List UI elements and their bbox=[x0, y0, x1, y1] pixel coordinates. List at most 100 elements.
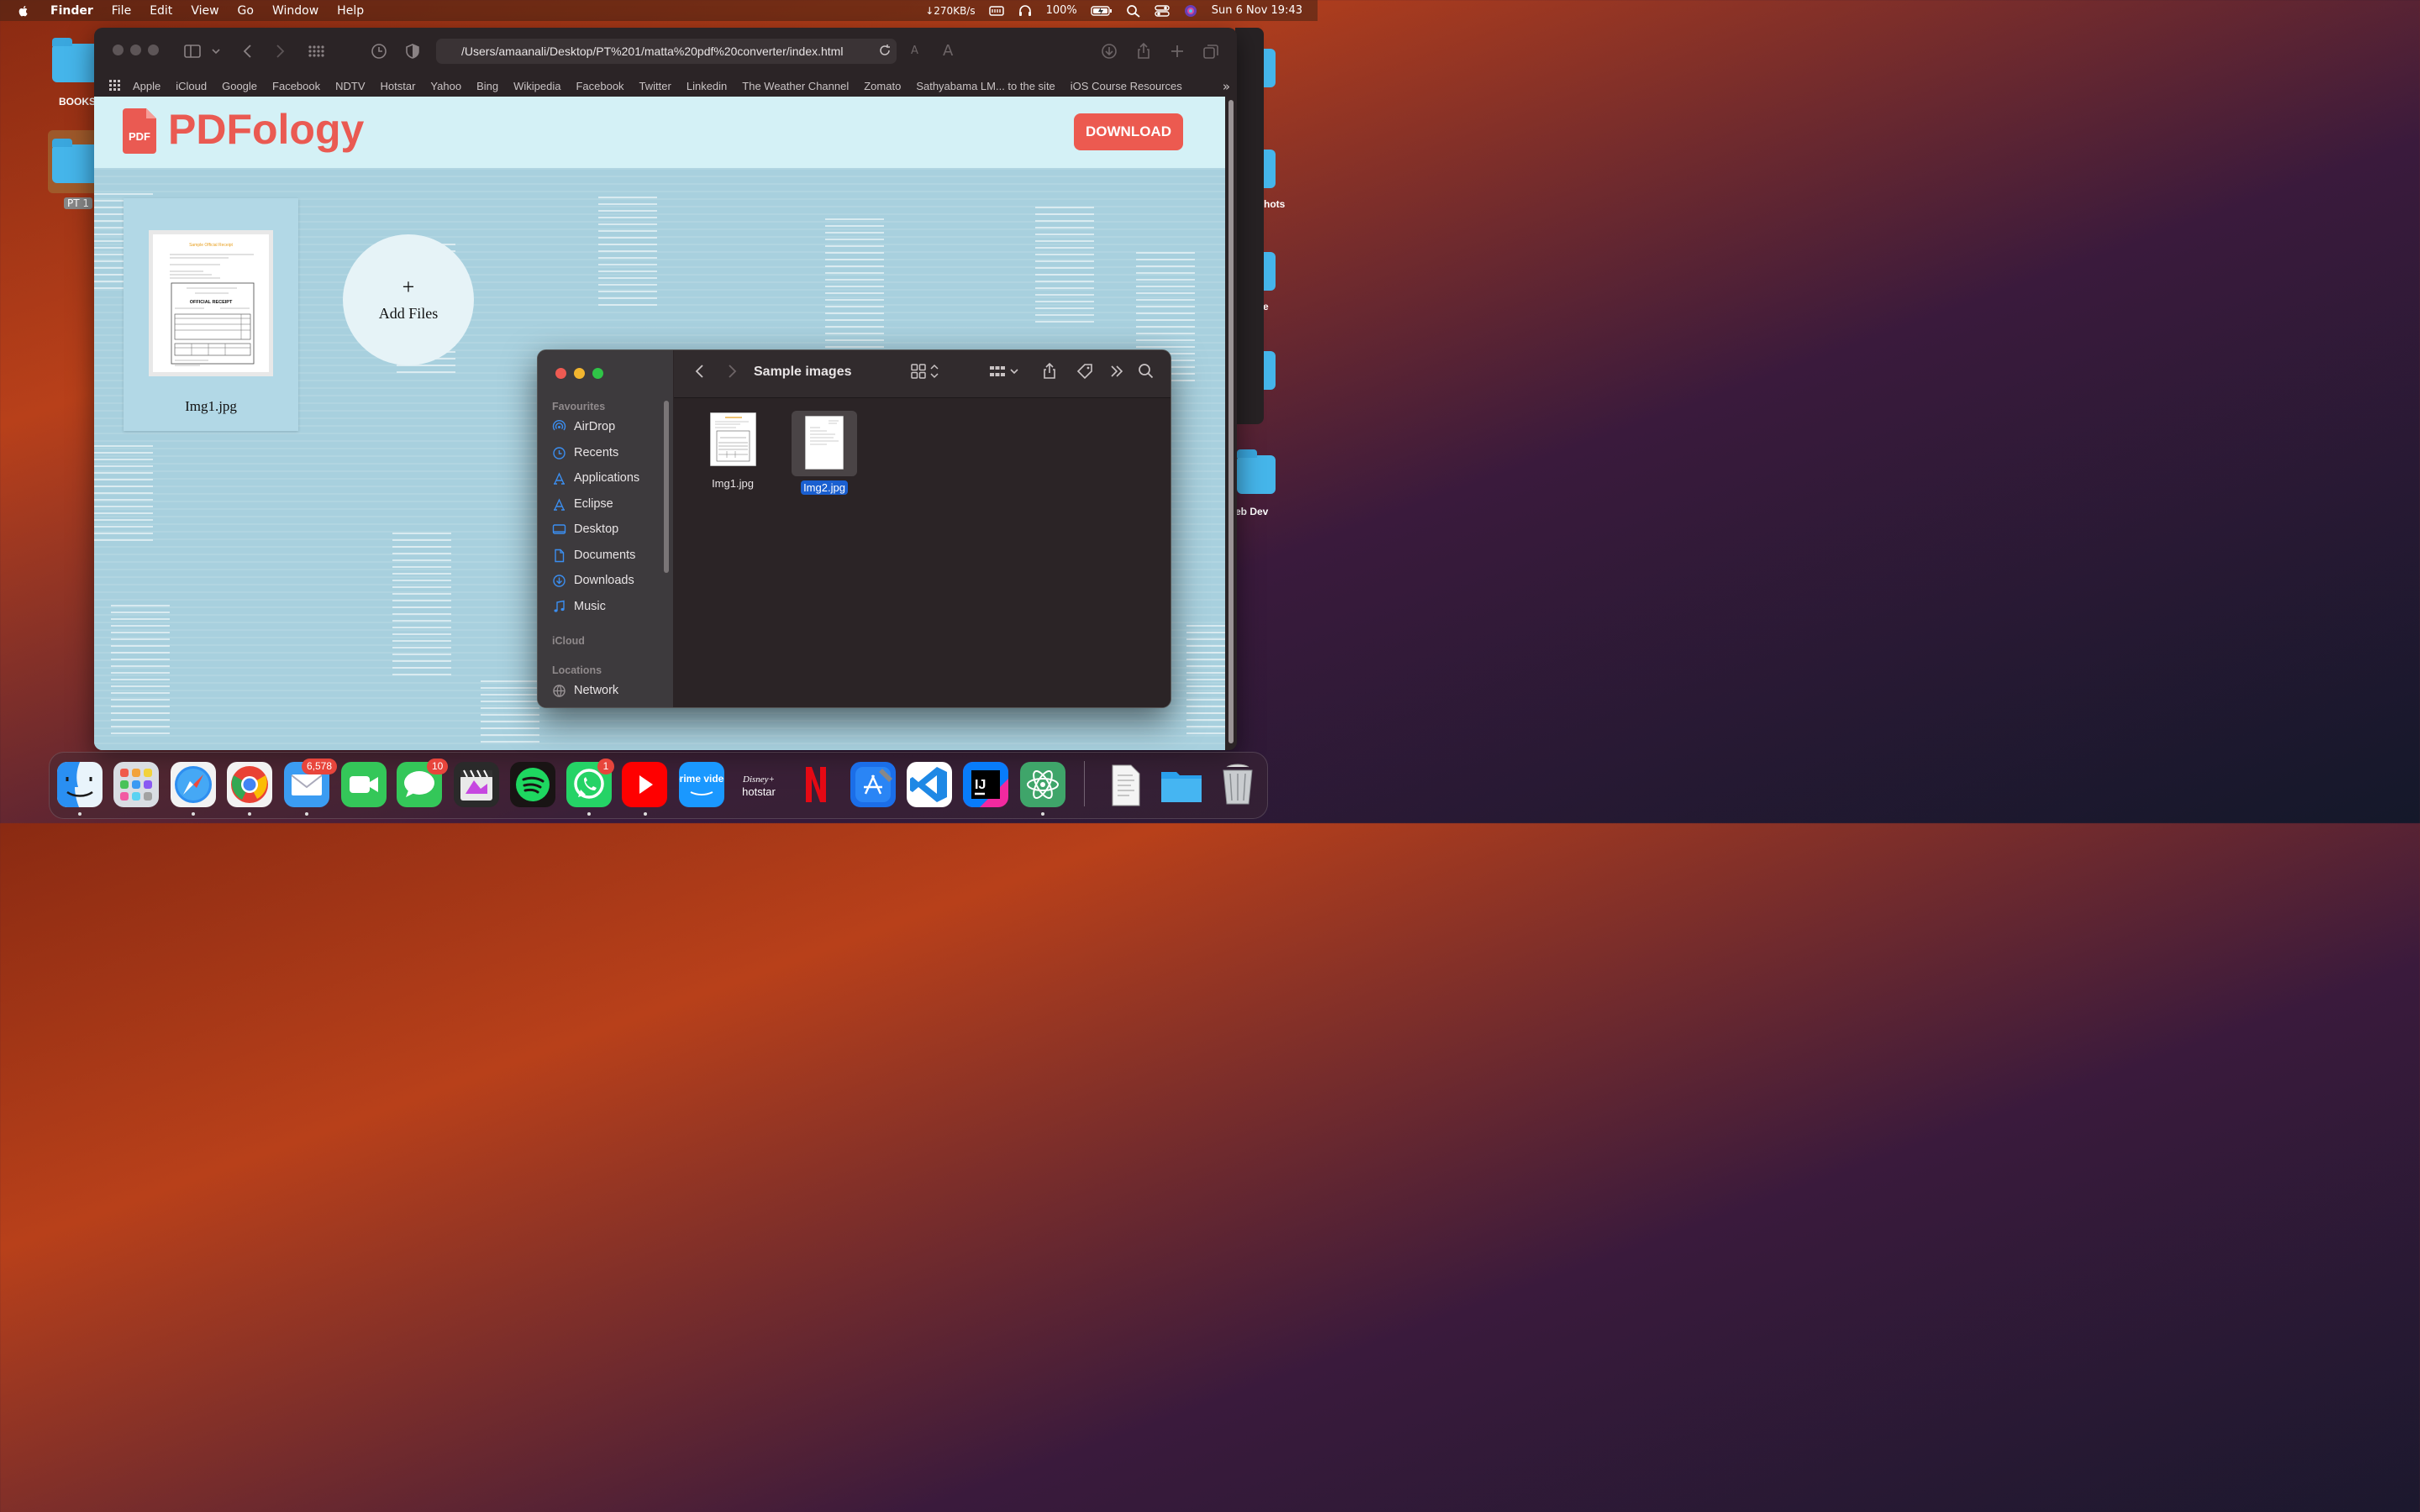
apple-menu-icon[interactable] bbox=[17, 4, 30, 18]
view-options-chevron-icon[interactable] bbox=[929, 362, 940, 384]
menu-app-name[interactable]: Finder bbox=[50, 4, 93, 18]
finder-minimize-button[interactable] bbox=[574, 368, 585, 379]
favorite-link[interactable]: The Weather Channel bbox=[742, 80, 849, 92]
network-speed[interactable]: ↓270KB/s bbox=[925, 5, 975, 17]
document-stack[interactable] bbox=[1102, 762, 1148, 807]
favorite-link[interactable]: Apple bbox=[133, 80, 160, 92]
sidebar-item-network[interactable]: Network bbox=[552, 680, 618, 701]
vscode-app[interactable] bbox=[907, 762, 952, 807]
downloads-icon[interactable] bbox=[1100, 42, 1118, 60]
favorite-link[interactable]: Google bbox=[222, 80, 257, 92]
siri-icon[interactable] bbox=[1183, 4, 1198, 18]
finder-share-icon[interactable] bbox=[1040, 362, 1059, 384]
disney-hotstar-app[interactable]: Disney+ hotstar bbox=[736, 762, 781, 807]
menu-window[interactable]: Window bbox=[272, 4, 318, 18]
menu-go[interactable]: Go bbox=[238, 4, 254, 18]
text-smaller-icon[interactable]: A bbox=[911, 42, 929, 60]
chrome-app[interactable] bbox=[227, 762, 272, 807]
tab-overview-grid-icon[interactable] bbox=[307, 42, 325, 60]
youtube-app[interactable] bbox=[622, 762, 667, 807]
group-by-icon[interactable] bbox=[988, 362, 1007, 384]
download-button[interactable]: DOWNLOAD bbox=[1074, 113, 1183, 150]
menu-file[interactable]: File bbox=[112, 4, 131, 18]
sidebar-item-desktop[interactable]: Desktop bbox=[552, 519, 618, 539]
menu-help[interactable]: Help bbox=[337, 4, 364, 18]
menu-view[interactable]: View bbox=[191, 4, 218, 18]
battery-charging-icon[interactable] bbox=[1091, 4, 1113, 18]
favorite-link[interactable]: iCloud bbox=[176, 80, 207, 92]
sidebar-item-music[interactable]: Music bbox=[552, 596, 606, 617]
add-files-button[interactable]: + Add Files bbox=[343, 234, 474, 365]
spotify-app[interactable] bbox=[510, 762, 555, 807]
tabs-overview-icon[interactable] bbox=[1202, 42, 1220, 60]
more-tools-icon[interactable] bbox=[1107, 362, 1126, 384]
favorite-link[interactable]: Zomato bbox=[864, 80, 901, 92]
facetime-app[interactable] bbox=[341, 762, 387, 807]
favorite-link[interactable]: Hotstar bbox=[381, 80, 416, 92]
favorites-grid-icon[interactable] bbox=[109, 80, 121, 92]
more-favorites-icon[interactable]: » bbox=[1223, 79, 1230, 94]
trash[interactable] bbox=[1215, 762, 1260, 807]
folder-stack[interactable] bbox=[1159, 762, 1204, 807]
text-larger-icon[interactable]: A bbox=[943, 42, 961, 60]
xcode-app[interactable] bbox=[850, 762, 896, 807]
page-scroll-thumb[interactable] bbox=[1228, 100, 1234, 743]
privacy-shield-icon[interactable] bbox=[403, 42, 422, 60]
desktop-folder-web-dev[interactable] bbox=[1237, 449, 1276, 494]
favorite-link[interactable]: Yahoo bbox=[430, 80, 461, 92]
chevron-down-icon[interactable] bbox=[210, 42, 222, 60]
history-clock-icon[interactable] bbox=[370, 42, 388, 60]
finder-forward-icon[interactable] bbox=[723, 362, 741, 384]
address-bar[interactable]: /Users/amaanali/Desktop/PT%201/matta%20p… bbox=[436, 39, 897, 64]
file-card[interactable]: Sample Official Receipt OFFICIAL RECEIPT… bbox=[124, 198, 298, 431]
safari-app[interactable] bbox=[171, 762, 216, 807]
favorite-link[interactable]: Facebook bbox=[272, 80, 320, 92]
sidebar-item-downloads[interactable]: Downloads bbox=[552, 570, 634, 591]
finder-search-icon[interactable] bbox=[1137, 362, 1155, 384]
sidebar-item-applications[interactable]: Applications bbox=[552, 468, 639, 488]
reload-icon[interactable] bbox=[878, 44, 892, 57]
spotlight-search-icon[interactable] bbox=[1126, 4, 1141, 18]
launchpad-app[interactable] bbox=[113, 762, 159, 807]
sidebar-item-airdrop[interactable]: AirDrop bbox=[552, 417, 615, 437]
finder-app[interactable] bbox=[57, 762, 103, 807]
favorite-link[interactable]: Twitter bbox=[639, 80, 671, 92]
pdf-logo-icon[interactable]: PDF bbox=[123, 108, 156, 154]
headphones-icon[interactable] bbox=[1018, 4, 1033, 18]
sidebar-item-recents[interactable]: Recents bbox=[552, 443, 618, 463]
atom-app[interactable] bbox=[1020, 762, 1065, 807]
forward-icon[interactable] bbox=[271, 42, 289, 60]
minimize-window-button[interactable] bbox=[130, 45, 141, 55]
icon-view-icon[interactable] bbox=[909, 362, 928, 384]
menu-edit[interactable]: Edit bbox=[150, 4, 172, 18]
favorite-link[interactable]: Sathyabama LM... to the site bbox=[916, 80, 1055, 92]
sidebar-item-eclipse[interactable]: Eclipse bbox=[552, 494, 613, 514]
close-window-button[interactable] bbox=[113, 45, 124, 55]
page-scrollbar[interactable] bbox=[1225, 97, 1237, 750]
tag-icon[interactable] bbox=[1076, 362, 1094, 384]
favorite-link[interactable]: Wikipedia bbox=[513, 80, 560, 92]
intellij-app[interactable]: IJ bbox=[963, 762, 1008, 807]
new-tab-plus-icon[interactable] bbox=[1168, 42, 1186, 60]
zoom-window-button[interactable] bbox=[148, 45, 159, 55]
sidebar-scrollbar[interactable] bbox=[664, 401, 669, 573]
back-icon[interactable] bbox=[239, 42, 257, 60]
favorite-link[interactable]: iOS Course Resources bbox=[1071, 80, 1182, 92]
favorite-link[interactable]: Facebook bbox=[576, 80, 623, 92]
finder-zoom-button[interactable] bbox=[592, 368, 603, 379]
final-cut-app[interactable] bbox=[454, 762, 499, 807]
control-center-icon[interactable] bbox=[1155, 4, 1170, 18]
chevron-down-icon[interactable] bbox=[1008, 362, 1020, 384]
brand-title[interactable]: PDFology bbox=[168, 105, 364, 154]
finder-close-button[interactable] bbox=[555, 368, 566, 379]
favorite-link[interactable]: Linkedin bbox=[687, 80, 727, 92]
finder-back-icon[interactable] bbox=[691, 362, 709, 384]
favorite-link[interactable]: Bing bbox=[476, 80, 498, 92]
favorite-link[interactable]: NDTV bbox=[335, 80, 365, 92]
keyboard-icon[interactable] bbox=[988, 4, 1004, 18]
prime-video-app[interactable]: prime video bbox=[679, 762, 724, 807]
menubar-clock[interactable]: Sun 6 Nov 19:43 bbox=[1212, 4, 1302, 17]
share-icon[interactable] bbox=[1134, 42, 1153, 60]
sidebar-item-documents[interactable]: Documents bbox=[552, 545, 635, 565]
sidebar-toggle-icon[interactable] bbox=[183, 42, 202, 60]
